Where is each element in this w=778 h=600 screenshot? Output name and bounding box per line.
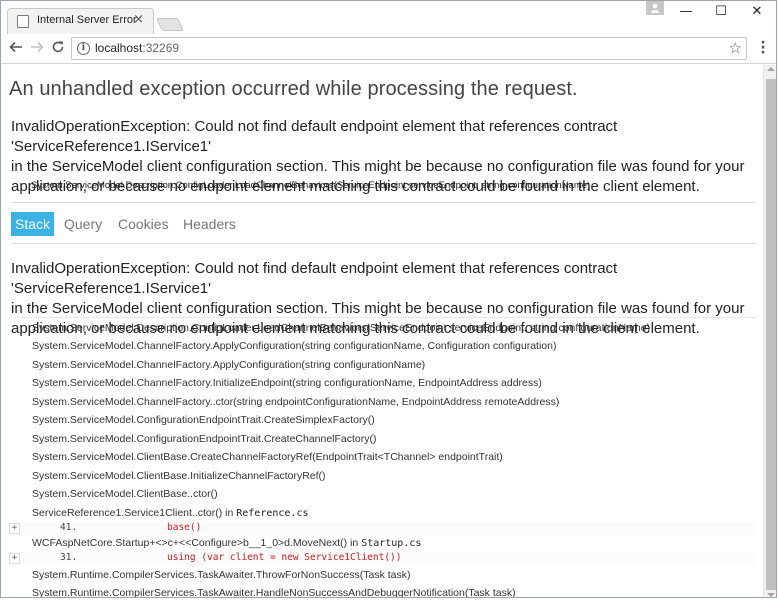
url-port: :32269: [142, 41, 180, 55]
back-arrow-icon[interactable]: [7, 40, 25, 58]
stack-frame: System.ServiceModel.ClientBase.CreateCha…: [32, 451, 503, 463]
scroll-down-icon[interactable]: [767, 593, 775, 597]
url-host: localhost: [95, 41, 143, 55]
stack-frame: System.Runtime.CompilerServices.TaskAwai…: [32, 587, 516, 598]
tab-headers[interactable]: Headers: [179, 212, 240, 236]
address-bar[interactable]: i localhost:32269 ☆: [71, 37, 747, 60]
expand-code-button[interactable]: +: [9, 553, 20, 564]
browser-window: Internal Server Error × — ☐ ✕ i localhos…: [0, 0, 777, 598]
stack-frame: System.ServiceModel.ConfigurationEndpoin…: [32, 414, 375, 426]
stack-message-line: in the ServiceModel client configuration…: [11, 300, 745, 317]
exception-message-line: InvalidOperationException: Could not fin…: [11, 118, 618, 155]
maximize-button[interactable]: ☐: [702, 1, 740, 23]
minimize-button[interactable]: —: [667, 1, 705, 23]
stack-frame: System.ServiceModel.ChannelFactory.Apply…: [32, 359, 426, 371]
close-window-button[interactable]: ✕: [738, 1, 776, 23]
tab-query[interactable]: Query: [60, 212, 106, 236]
vertical-scrollbar[interactable]: [763, 65, 776, 597]
source-code: using (var client = new Service1Client()…: [167, 552, 402, 563]
stack-frame: System.ServiceModel.ChannelFactory.Apply…: [32, 340, 557, 352]
profile-icon[interactable]: [646, 1, 664, 15]
source-code: base(): [167, 522, 202, 533]
browser-toolbar: i localhost:32269 ☆ · · ·: [1, 34, 776, 64]
divider: [11, 202, 756, 203]
source-line: + 41. base(): [9, 522, 756, 535]
line-number: 31.: [60, 552, 78, 563]
tab-close-icon[interactable]: ×: [133, 12, 144, 28]
stack-frame-with-source[interactable]: ServiceReference1.Service1Client..ctor()…: [32, 507, 309, 519]
star-icon[interactable]: ☆: [729, 39, 742, 57]
frame-file: Startup.cs: [361, 538, 422, 549]
tab-stack[interactable]: Stack: [11, 212, 55, 236]
exception-message-line: in the ServiceModel client configuration…: [11, 158, 745, 175]
forward-arrow-icon[interactable]: [28, 40, 46, 58]
new-tab-button[interactable]: [155, 18, 185, 31]
stack-frame: System.ServiceModel.ConfigurationEndpoin…: [32, 433, 377, 445]
frame-method: WCFAspNetCore.Startup+<>c+<<Configure>b_…: [32, 537, 362, 549]
divider: [21, 317, 756, 318]
menu-icon[interactable]: · · ·: [759, 36, 767, 60]
line-number: 41.: [60, 522, 78, 533]
divider: [11, 243, 756, 244]
browser-tab[interactable]: Internal Server Error ×: [7, 8, 154, 34]
page-content: An unhandled exception occurred while pr…: [1, 65, 763, 598]
stack-frame: System.ServiceModel.ClientBase..ctor(): [32, 488, 218, 500]
page-title: An unhandled exception occurred while pr…: [9, 78, 578, 100]
scrollbar-thumb[interactable]: [766, 79, 776, 590]
exception-location: System.ServiceModel.Description.ConfigLo…: [31, 180, 591, 191]
url-text: localhost:32269: [95, 41, 179, 55]
reload-icon[interactable]: [49, 40, 67, 58]
frame-file: Reference.cs: [236, 508, 309, 519]
stack-frame: System.Runtime.CompilerServices.TaskAwai…: [32, 569, 411, 581]
frame-method: ServiceReference1.Service1Client..ctor()…: [32, 507, 237, 519]
stack-frame: System.ServiceModel.Description.ConfigLo…: [32, 322, 651, 334]
stack-frame: System.ServiceModel.ClientBase.Initializ…: [32, 470, 326, 482]
scroll-up-icon[interactable]: [767, 67, 775, 71]
expand-code-button[interactable]: +: [9, 523, 20, 534]
info-icon[interactable]: i: [77, 42, 90, 55]
stack-frame: System.ServiceModel.ChannelFactory..ctor…: [32, 396, 560, 408]
tab-strip: Internal Server Error × — ☐ ✕: [1, 1, 776, 34]
tab-title: Internal Server Error: [37, 14, 137, 26]
source-line: + 31. using (var client = new Service1Cl…: [9, 552, 756, 565]
page-favicon-icon: [17, 15, 29, 28]
stack-frame: System.ServiceModel.ChannelFactory.Initi…: [32, 377, 542, 389]
stack-message-line: InvalidOperationException: Could not fin…: [11, 260, 618, 297]
tab-cookies[interactable]: Cookies: [114, 212, 173, 236]
stack-frame-with-source[interactable]: WCFAspNetCore.Startup+<>c+<<Configure>b_…: [32, 537, 421, 549]
